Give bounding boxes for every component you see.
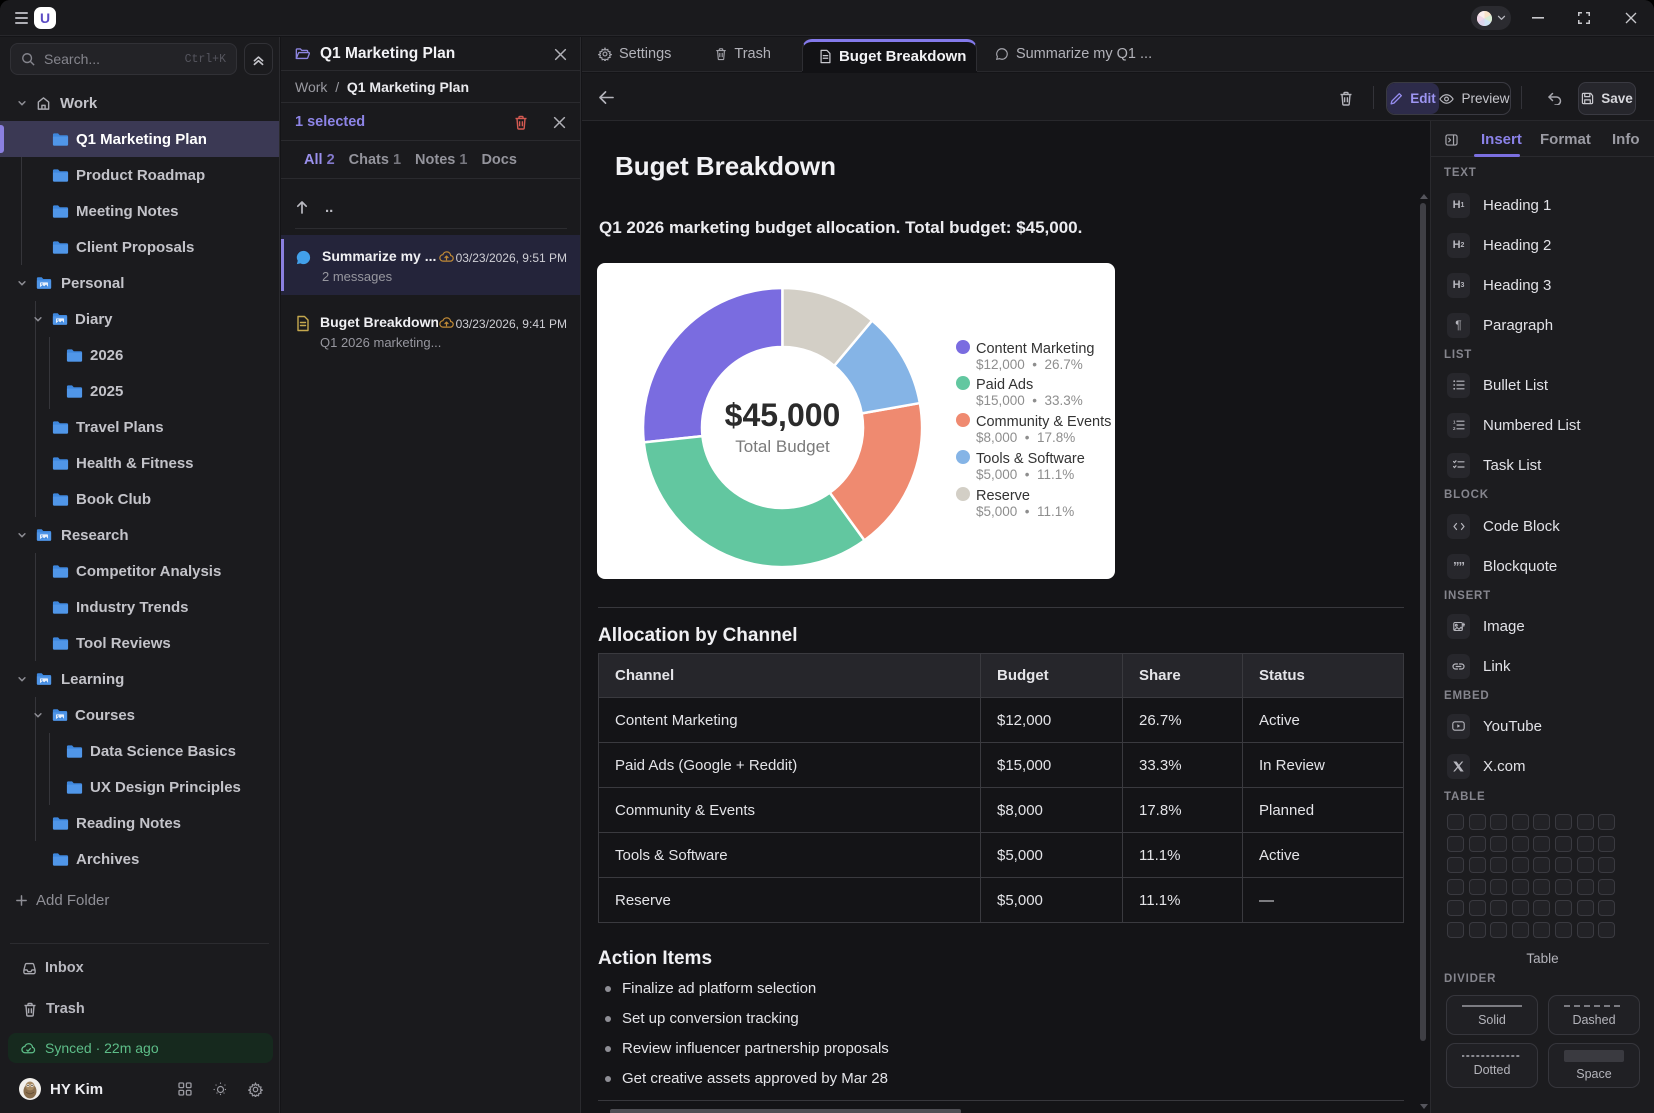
svg-text:$12,000 • 26.7%: $12,000 • 26.7% bbox=[976, 357, 1083, 372]
svg-text:1: 1 bbox=[1453, 420, 1456, 425]
svg-text:Total Budget: Total Budget bbox=[735, 437, 830, 456]
svg-text:Reserve: Reserve bbox=[976, 488, 1030, 504]
svg-text:$45,000: $45,000 bbox=[725, 397, 841, 433]
svg-text:Community & Events: Community & Events bbox=[976, 414, 1111, 430]
svg-text:$8,000 • 17.8%: $8,000 • 17.8% bbox=[976, 430, 1075, 445]
svg-text:Paid Ads: Paid Ads bbox=[976, 377, 1033, 393]
svg-text:$5,000 • 11.1%: $5,000 • 11.1% bbox=[976, 467, 1074, 482]
svg-text:2: 2 bbox=[1453, 426, 1456, 430]
svg-text:Content Marketing: Content Marketing bbox=[976, 341, 1094, 357]
svg-text:Tools & Software: Tools & Software bbox=[976, 451, 1085, 467]
svg-text:$5,000 • 11.1%: $5,000 • 11.1% bbox=[976, 504, 1074, 519]
svg-text:$15,000 • 33.3%: $15,000 • 33.3% bbox=[976, 393, 1083, 408]
